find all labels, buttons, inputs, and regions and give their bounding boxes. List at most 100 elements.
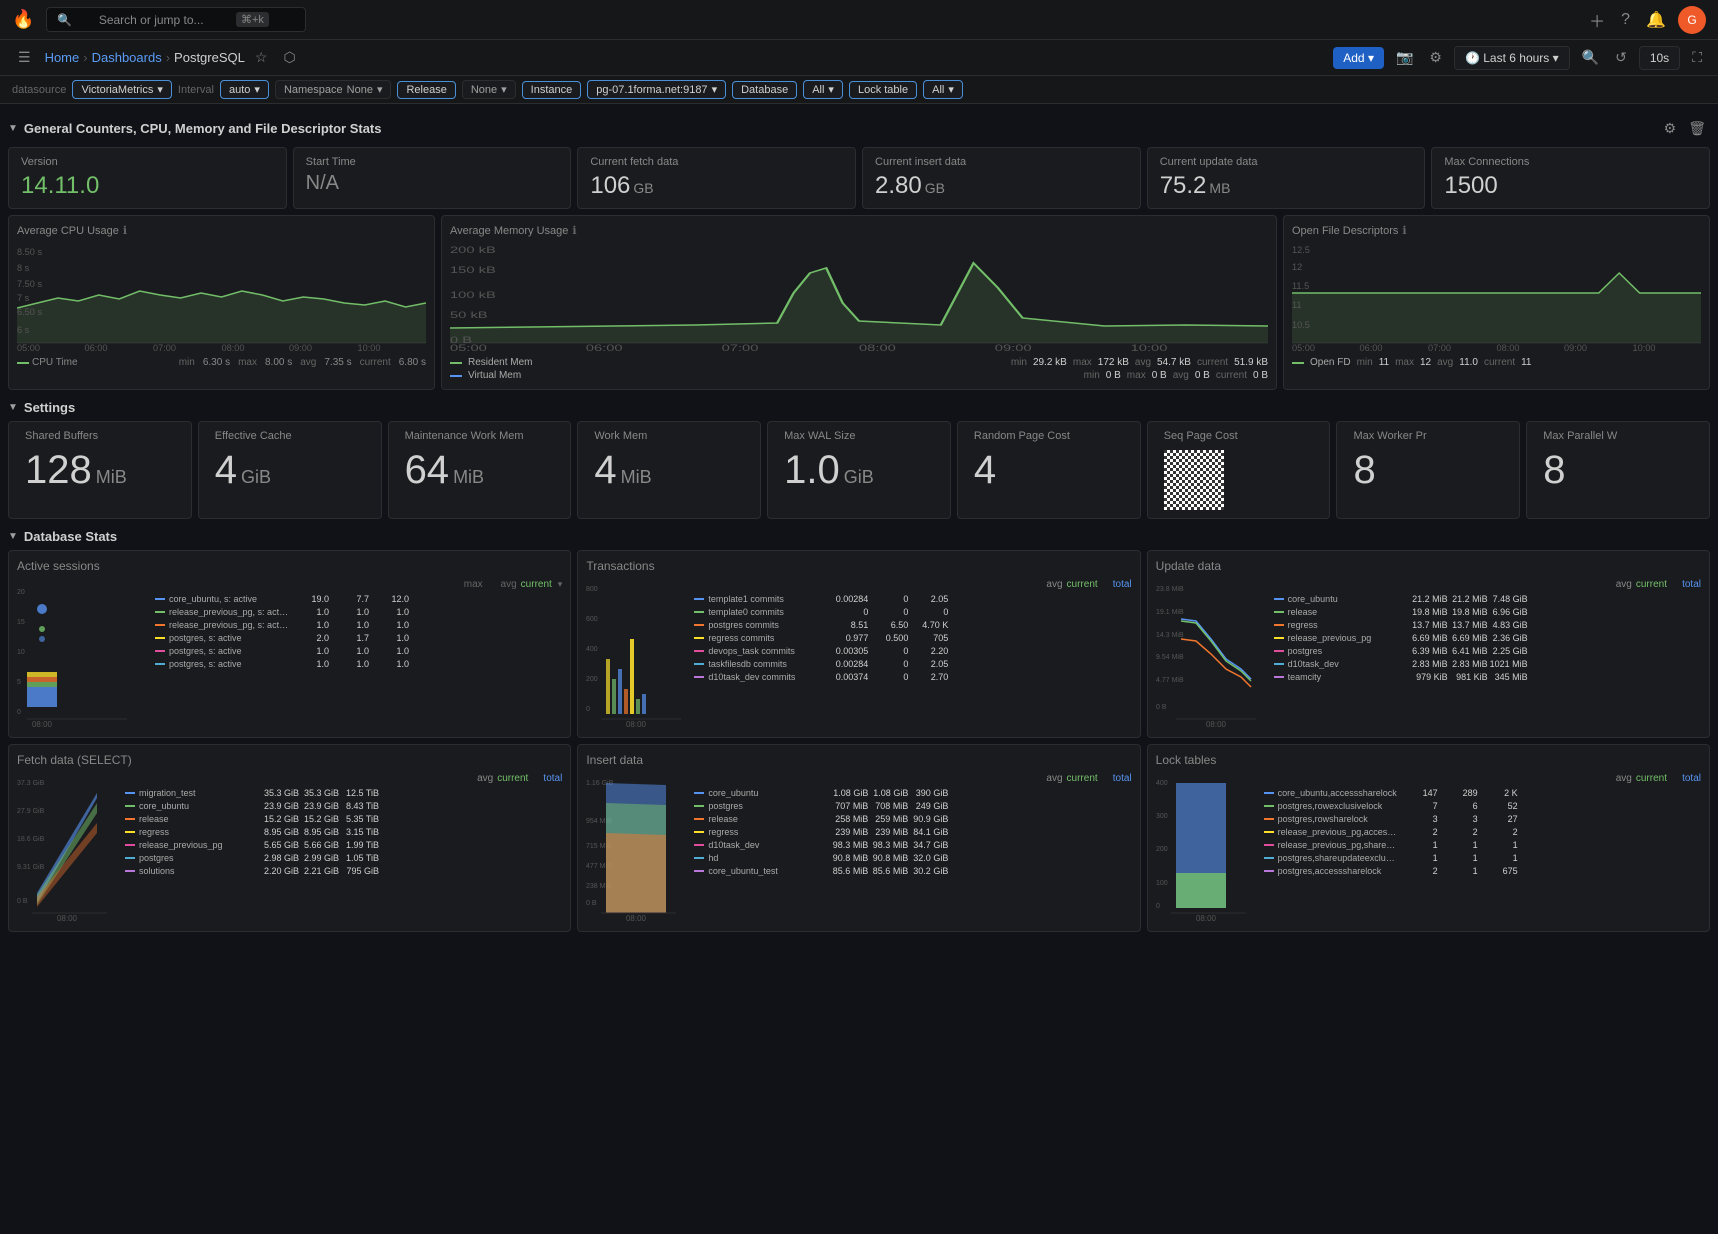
max-parallel-value: 8 [1543,450,1693,490]
release-filter[interactable]: Release [397,81,455,99]
update-data-panel: Update data 23.8 MiB 19.1 MiB 14.3 MiB 9… [1147,550,1710,738]
svg-text:08:00: 08:00 [626,720,647,729]
svg-text:07:00: 07:00 [1428,343,1451,353]
fetch-label: Current fetch data [590,156,843,168]
lock-table-value-filter[interactable]: All ▾ [923,80,963,99]
insert-label: Current insert data [875,156,1128,168]
cpu-info-icon[interactable]: ℹ [123,224,127,237]
svg-text:10:00: 10:00 [1131,343,1168,353]
breadcrumb-dashboards[interactable]: Dashboards [92,50,162,65]
svg-text:08:00: 08:00 [1196,914,1217,923]
instance-value-filter[interactable]: pg-07.1forma.net:9187 ▾ [587,80,726,99]
update-value: 75.2MB [1160,172,1413,200]
section1-settings-icon[interactable]: ⚙ [1660,116,1681,141]
random-page-value: 4 [974,450,1124,490]
update-data-content: 23.8 MiB 19.1 MiB 14.3 MiB 9.54 MiB 4.77… [1156,579,1701,729]
svg-text:09:00: 09:00 [1564,343,1587,353]
max-worker-value: 8 [1353,450,1503,490]
search-bar[interactable]: 🔍 Search or jump to... ⌘+k [46,7,306,32]
cpu-chart-card: Average CPU Usage ℹ 05:00 06:00 07:00 08… [8,215,435,390]
fd-info-icon[interactable]: ℹ [1402,224,1406,237]
svg-text:150 kB: 150 kB [450,265,496,275]
database-filter[interactable]: Database [732,81,797,99]
svg-text:100: 100 [1156,880,1168,887]
table-row: core_ubuntu23.9 GiB23.9 GiB8.43 TiB [125,799,562,812]
namespace-filter[interactable]: Namespace None ▾ [275,80,392,99]
update-data-chart: 23.8 MiB 19.1 MiB 14.3 MiB 9.54 MiB 4.77… [1156,579,1266,729]
table-row: teamcity979 KiB981 KiB345 MiB [1274,670,1701,683]
time-range-button[interactable]: 🕐 Last 6 hours ▾ [1454,46,1570,70]
release-value-filter[interactable]: None ▾ [462,80,516,99]
instance-filter[interactable]: Instance [522,81,582,99]
search-placeholder: Search or jump to... [99,13,204,27]
maxconn-value: 1500 [1444,172,1697,200]
plus-icon[interactable]: ＋ [1585,4,1609,36]
table-row: release15.2 GiB15.2 GiB5.35 TiB [125,812,562,825]
table-row: regress8.95 GiB8.95 GiB3.15 TiB [125,825,562,838]
section2-header[interactable]: ▼ Settings [8,396,1710,421]
lock-table-filter[interactable]: Lock table [849,81,917,99]
datasource-filter[interactable]: VictoriaMetrics ▾ [72,80,171,99]
random-page-card: Random Page Cost 4 [957,421,1141,519]
section1-header[interactable]: ▼ General Counters, CPU, Memory and File… [8,112,1710,147]
svg-text:9.54 MiB: 9.54 MiB [1156,654,1184,661]
update-data-legend: avg current total core_ubuntu21.2 MiB21.… [1274,579,1701,729]
svg-text:08:00: 08:00 [859,343,896,353]
help-icon[interactable]: ? [1617,7,1634,33]
cpu-legend-vals: min 6.30 s max 8.00 s avg 7.35 s current… [179,357,426,368]
svg-text:14.3 MiB: 14.3 MiB [1156,632,1184,639]
insert-data-panel: Insert data 1.16 GiB 954 MiB 715 MiB 477… [577,744,1140,932]
camera-icon[interactable]: 📷 [1392,45,1417,70]
svg-text:600: 600 [586,616,598,623]
sidebar-toggle[interactable]: ☰ [12,45,37,70]
svg-text:0 B: 0 B [17,898,28,905]
table-row: core_ubuntu,accesssharelock1472892 K [1264,786,1701,799]
svg-text:5: 5 [17,679,21,686]
table-row: taskfilesdb commits0.0028402.05 [694,657,1131,670]
avatar[interactable]: G [1678,6,1706,34]
svg-text:0 B: 0 B [450,335,472,345]
add-button[interactable]: Add ▾ [1333,47,1384,69]
wal-size-value: 1.0GiB [784,450,934,490]
table-row: postgres2.98 GiB2.99 GiB1.05 TiB [125,851,562,864]
filter-bar: datasource VictoriaMetrics ▾ Interval au… [0,76,1718,104]
svg-text:06:00: 06:00 [1359,343,1382,353]
table-row: postgres,rowexclusivelock7652 [1264,799,1701,812]
maintenance-card: Maintenance Work Mem 64MiB [388,421,572,519]
refresh-icon[interactable]: ↺ [1611,45,1631,70]
star-icon[interactable]: ☆ [249,45,274,70]
lock-tables-legend: avg current total core_ubuntu,accessshar… [1264,773,1701,923]
table-row: core_ubuntu1.08 GiB1.08 GiB390 GiB [694,786,1131,799]
table-row: postgres commits8.516.504.70 K [694,618,1131,631]
svg-text:12: 12 [1292,262,1302,272]
section1-trash-icon[interactable]: 🗑 [1684,116,1710,141]
section3-header[interactable]: ▼ Database Stats [8,525,1710,550]
update-card: Current update data 75.2MB [1147,147,1426,209]
max-worker-label: Max Worker Pr [1353,430,1503,442]
refresh-interval-button[interactable]: 10s [1639,46,1680,70]
zoom-out-icon[interactable]: 🔍 [1578,45,1603,70]
svg-text:10:00: 10:00 [357,343,380,353]
svg-text:800: 800 [586,586,598,593]
svg-text:0 B: 0 B [1156,704,1167,711]
start-time-label: Start Time [306,156,559,168]
breadcrumb-home[interactable]: Home [45,50,80,65]
bell-icon[interactable]: 🔔 [1642,6,1670,34]
svg-text:9.31 GiB: 9.31 GiB [17,864,45,871]
breadcrumb: Home › Dashboards › PostgreSQL ☆ ⬡ [45,45,302,70]
settings-icon[interactable]: ⚙ [1425,45,1446,70]
database-value-filter[interactable]: All ▾ [803,80,843,99]
section2-chevron: ▼ [8,402,18,413]
active-sessions-panel: Active sessions [8,550,571,738]
mem-info-icon[interactable]: ℹ [572,224,576,237]
table-row: solutions2.20 GiB2.21 GiB795 GiB [125,864,562,877]
kiosk-icon[interactable]: ⛶ [1688,45,1706,70]
share-icon[interactable]: ⬡ [277,45,301,70]
interval-filter[interactable]: auto ▾ [220,80,269,99]
work-mem-value: 4MiB [594,450,744,490]
qr-code [1164,450,1224,510]
settings-row: Shared Buffers 128MiB Effective Cache 4G… [8,421,1710,519]
cpu-chart-title: Average CPU Usage ℹ [17,224,426,237]
max-worker-card: Max Worker Pr 8 [1336,421,1520,519]
active-sessions-rows: core_ubuntu, s: active19.07.712.0release… [155,592,562,670]
